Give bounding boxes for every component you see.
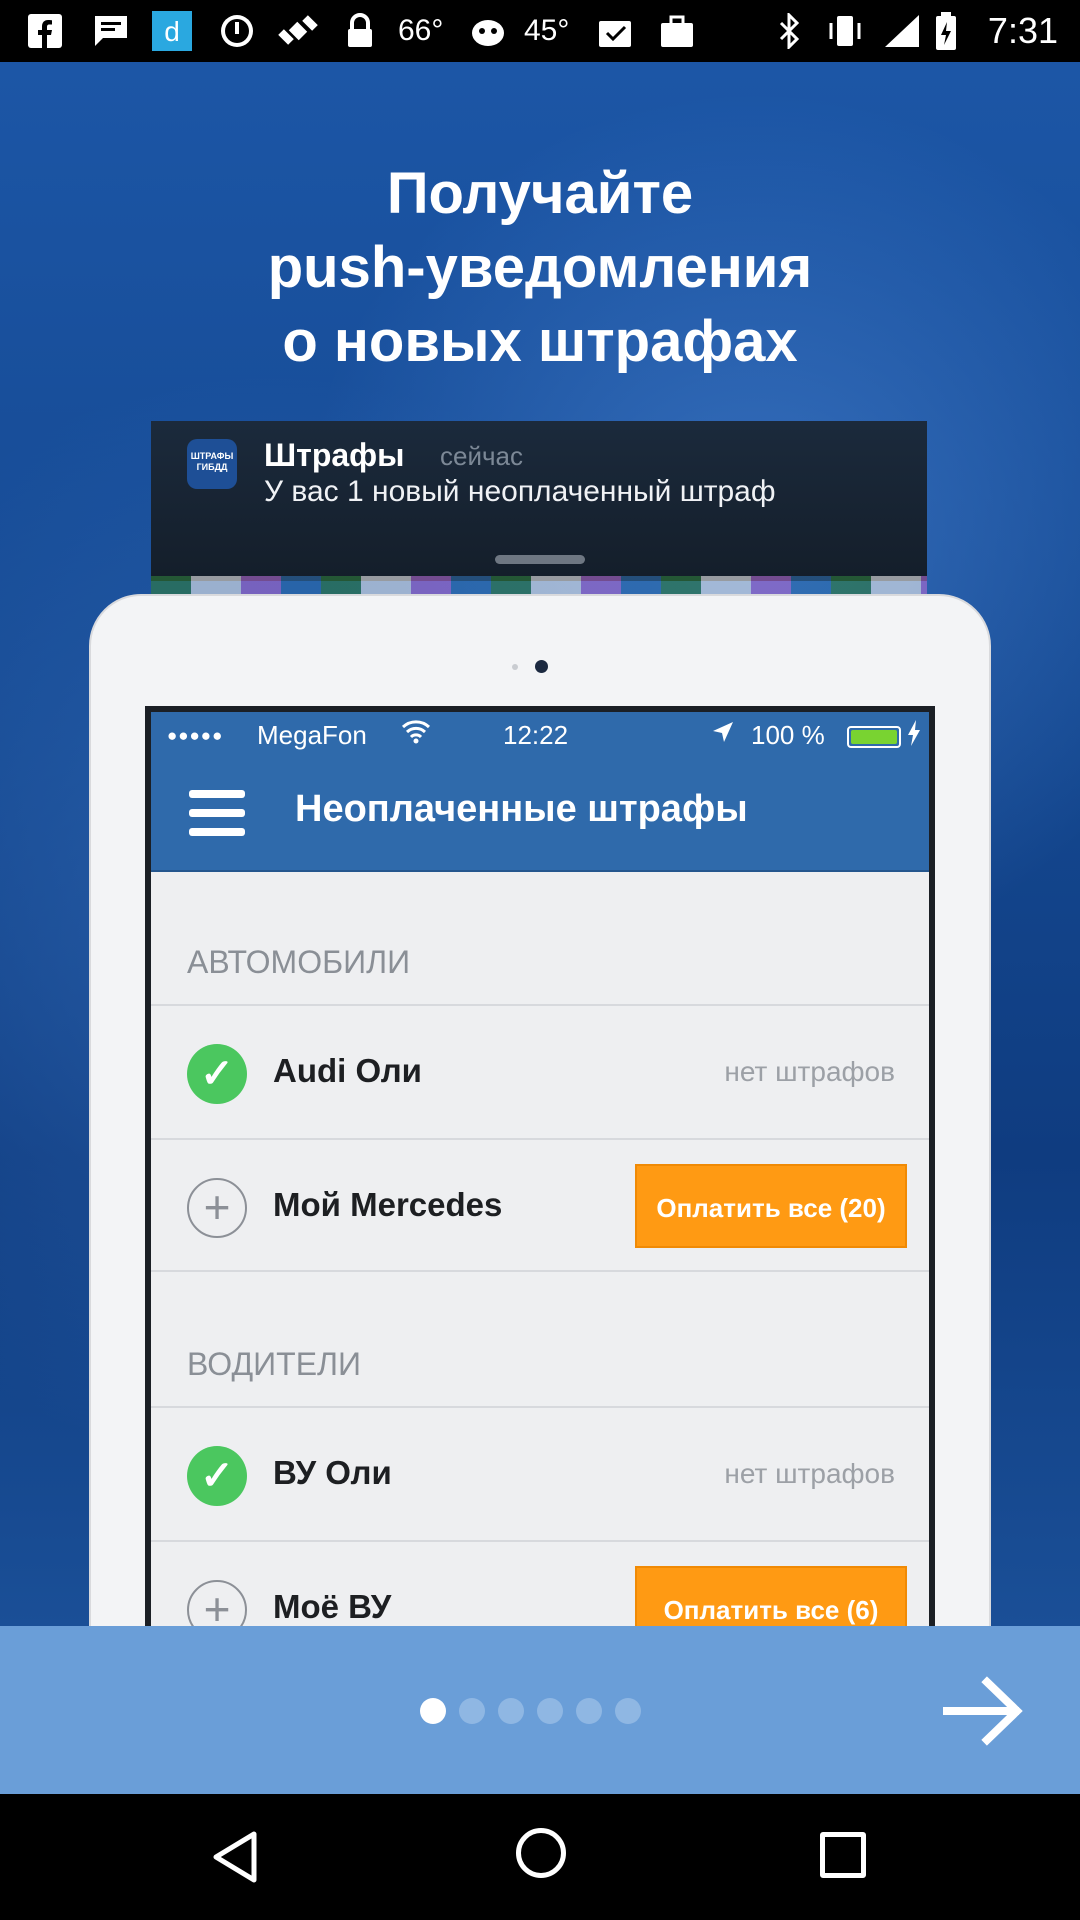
notification-body: У вас 1 новый неоплаченный штраф [264,475,776,508]
page-dot[interactable] [615,1698,641,1724]
list-item: + Мой Mercedes Оплатить все (20) [151,1138,929,1272]
clipboard-icon [596,12,634,50]
check-icon: ✓ [187,1446,247,1506]
section-header-cars: АВТОМОБИЛИ [187,944,411,980]
battery-percent: 100 % [751,720,825,750]
satellite-icon [276,12,322,50]
headline-line-3: о новых штрафах [282,309,798,374]
game-icon [470,12,506,50]
bluetooth-icon [776,12,804,50]
item-status: нет штрафов [724,1056,895,1087]
item-status: нет штрафов [724,1458,895,1489]
page-dot[interactable] [498,1698,524,1724]
system-nav-bar [0,1794,1080,1920]
onboarding-slide[interactable]: Получайте push-уведомления о новых штраф… [0,62,1080,1626]
add-icon: + [187,1580,247,1626]
bag-icon [658,12,696,50]
page-dot-active[interactable] [420,1698,446,1724]
onboarding-footer [0,1626,1080,1794]
menu-icon [189,790,245,836]
notification-title: Штрафы [264,437,405,473]
tablet-screen: ●●●●● MegaFon 12:22 100 % Неоплаченные ш… [145,706,935,1626]
pay-all-button: Оплатить все (6) [635,1566,907,1626]
signal-icon [882,12,922,50]
weather-temp-2: 45° [524,14,570,47]
battery-icon [934,12,958,50]
section-header-drivers: ВОДИТЕЛИ [187,1346,362,1382]
facebook-icon [26,12,64,50]
next-arrow-button[interactable] [936,1666,1032,1756]
list-item: + Моё ВУ Оплатить все (6) [151,1540,929,1626]
vibrate-icon [826,12,864,50]
pay-all-button: Оплатить все (20) [635,1164,907,1248]
ios-battery-icon [847,726,901,748]
item-label: Audi Оли [273,1052,422,1089]
signal-dots: ●●●●● [167,726,224,745]
clock: 7:31 [987,10,1058,51]
screen-title: Неоплаченные штрафы [295,788,748,830]
carrier: MegaFon [257,720,367,750]
alarm-icon [218,12,256,50]
page-dot[interactable] [576,1698,602,1724]
tablet-mockup: ●●●●● MegaFon 12:22 100 % Неоплаченные ш… [89,594,991,1626]
app-navbar: Неоплаченные штрафы [151,758,929,872]
item-label: ВУ Оли [273,1454,392,1491]
check-icon: ✓ [187,1044,247,1104]
status-bar: d 66° 45° 7:31 [0,0,1080,62]
notification-time: сейчас [440,441,523,471]
headline: Получайте push-уведомления о новых штраф… [0,157,1080,379]
lock-icon [344,12,376,50]
push-notification-banner: ШТРАФЫ ГИБДД Штрафы сейчас У вас 1 новый… [151,421,927,581]
home-icon[interactable] [516,1828,566,1878]
list-item: ✓ Audi Оли нет штрафов [151,1004,929,1138]
charging-icon [907,720,921,752]
app-icon: ШТРАФЫ ГИБДД [187,439,237,489]
message-icon [92,12,130,50]
d-app-icon: d [152,11,192,51]
back-icon[interactable] [210,1830,260,1889]
wifi-icon [401,718,431,751]
weather-temp-1: 66° [398,14,444,47]
tablet-sensor [512,664,518,670]
page-indicator [420,1698,641,1724]
list-item: ✓ ВУ Оли нет штрафов [151,1406,929,1540]
headline-line-1: Получайте [386,161,694,226]
headline-line-2: push-уведомления [267,235,813,300]
location-arrow-icon [711,720,735,751]
notification-handle [495,555,585,564]
item-label: Моё ВУ [273,1588,392,1625]
page-dot[interactable] [537,1698,563,1724]
add-icon: + [187,1178,247,1238]
svg-text:d: d [164,16,180,47]
recents-icon[interactable] [820,1832,866,1878]
item-label: Мой Mercedes [273,1186,503,1223]
ios-time: 12:22 [503,720,569,750]
tablet-camera [535,660,548,673]
page-dot[interactable] [459,1698,485,1724]
arrow-right-icon [943,1676,1023,1746]
home-screen-strip [151,576,927,596]
ios-status-bar: ●●●●● MegaFon 12:22 100 % [151,712,929,758]
